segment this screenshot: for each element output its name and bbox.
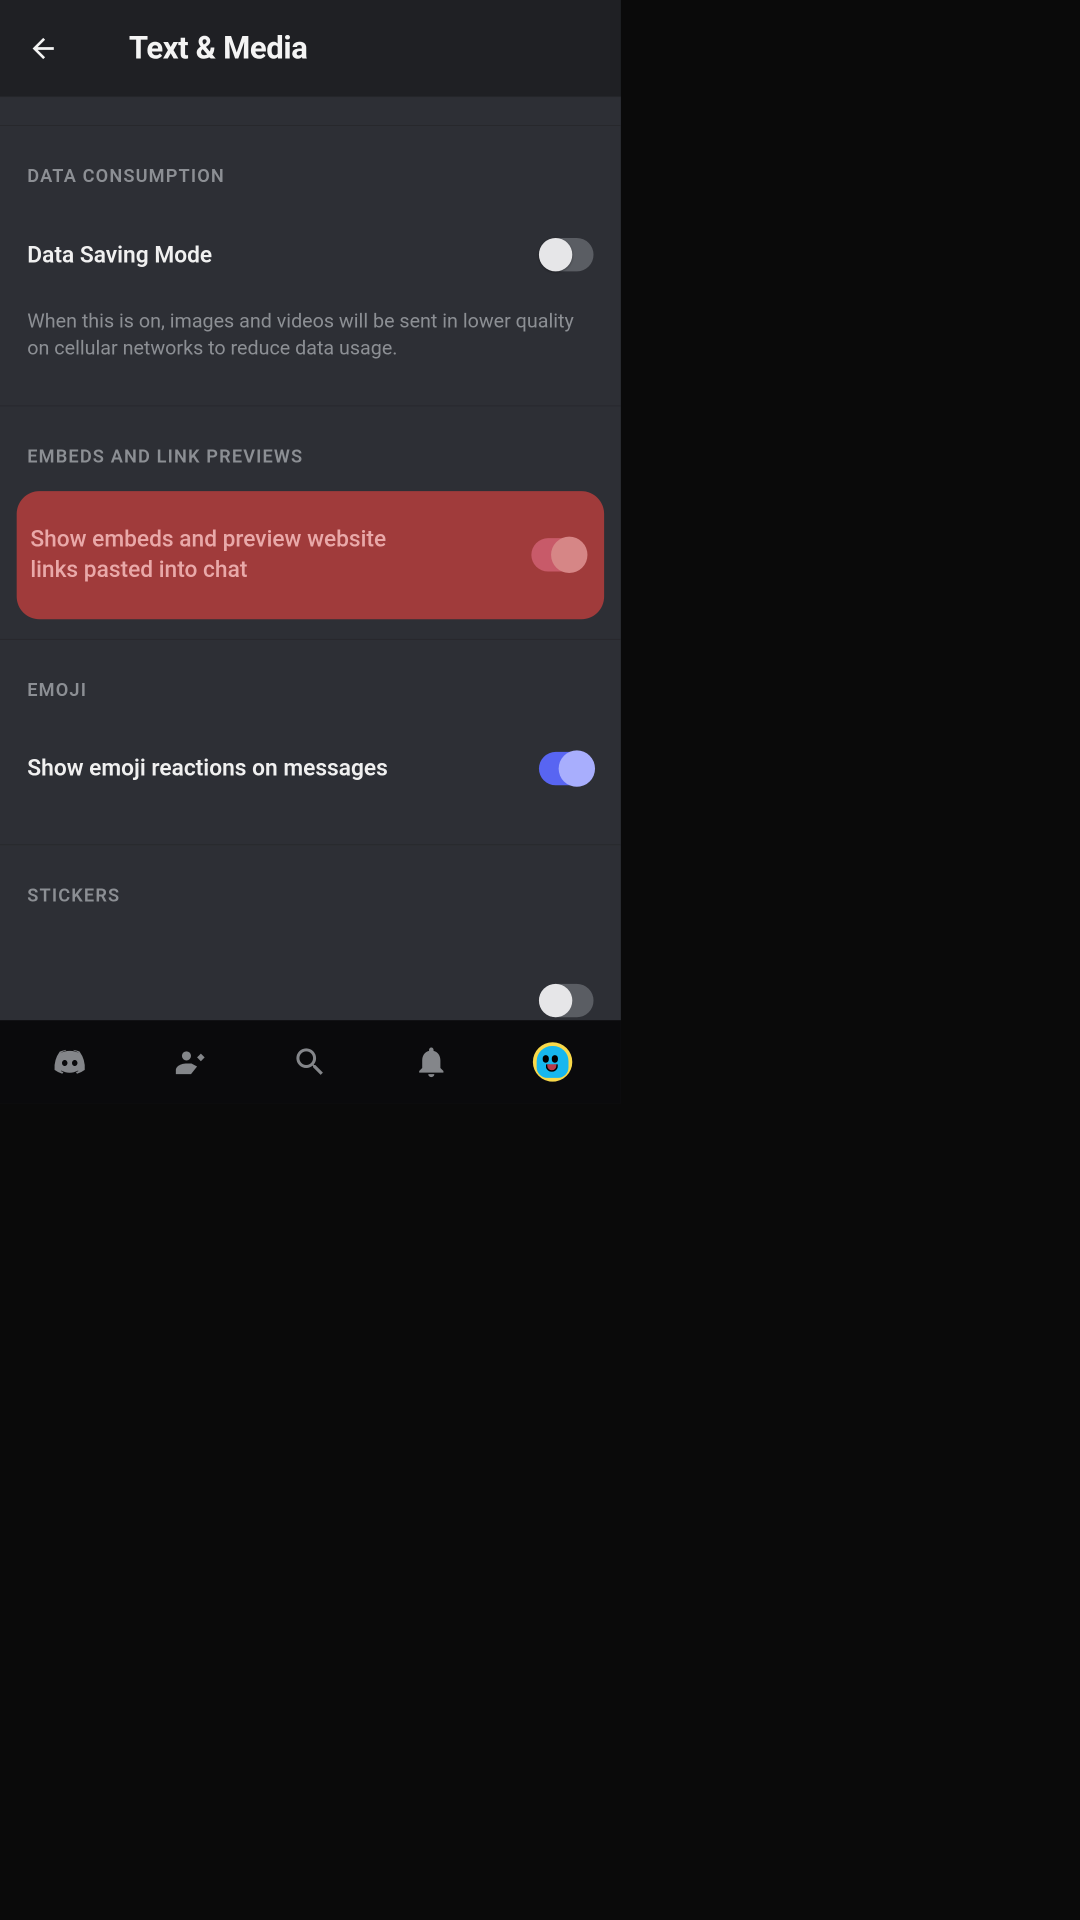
toggle-knob	[539, 238, 572, 271]
section-heading-emoji: EMOJI	[0, 640, 621, 716]
content-spacer	[0, 97, 621, 126]
setting-description: When this is on, images and videos will …	[0, 308, 621, 406]
toggle-data-saving-mode[interactable]	[539, 238, 594, 271]
user-avatar	[533, 1042, 572, 1081]
toggle-partial[interactable]	[539, 984, 594, 1017]
back-button[interactable]	[27, 32, 59, 64]
partial-setting-row	[0, 1007, 621, 1021]
toggle-show-embeds[interactable]	[531, 538, 586, 571]
settings-content: DATA CONSUMPTION Data Saving Mode When t…	[0, 97, 621, 1020]
setting-data-saving-mode[interactable]: Data Saving Mode	[0, 202, 621, 308]
nav-discord[interactable]	[42, 1035, 95, 1088]
nav-search[interactable]	[284, 1035, 337, 1088]
section-heading-stickers: STICKERS	[0, 845, 621, 921]
page-title: Text & Media	[129, 30, 308, 66]
discord-icon	[50, 1044, 86, 1080]
toggle-knob	[559, 750, 595, 786]
toggle-knob	[539, 984, 572, 1017]
nav-notifications[interactable]	[405, 1035, 458, 1088]
header-bar: Text & Media	[0, 0, 621, 97]
friends-icon	[171, 1044, 207, 1080]
nav-friends[interactable]	[163, 1035, 216, 1088]
setting-show-emoji-reactions[interactable]: Show emoji reactions on messages	[0, 715, 621, 821]
setting-label: Show emoji reactions on messages	[27, 754, 388, 784]
search-icon	[292, 1044, 328, 1080]
section-heading-data-consumption: DATA CONSUMPTION	[0, 126, 621, 202]
nav-profile[interactable]	[526, 1035, 579, 1088]
setting-show-embeds-highlighted[interactable]: Show embeds and preview website links pa…	[17, 491, 604, 619]
bell-icon	[413, 1044, 449, 1080]
arrow-left-icon	[27, 32, 59, 64]
bottom-nav	[0, 1020, 621, 1103]
toggle-knob	[551, 537, 587, 573]
section-heading-embeds: EMBEDS AND LINK PREVIEWS	[0, 406, 621, 482]
setting-label: Data Saving Mode	[27, 240, 212, 270]
toggle-show-emoji-reactions[interactable]	[539, 752, 594, 785]
setting-label: Show embeds and preview website links pa…	[27, 524, 436, 585]
